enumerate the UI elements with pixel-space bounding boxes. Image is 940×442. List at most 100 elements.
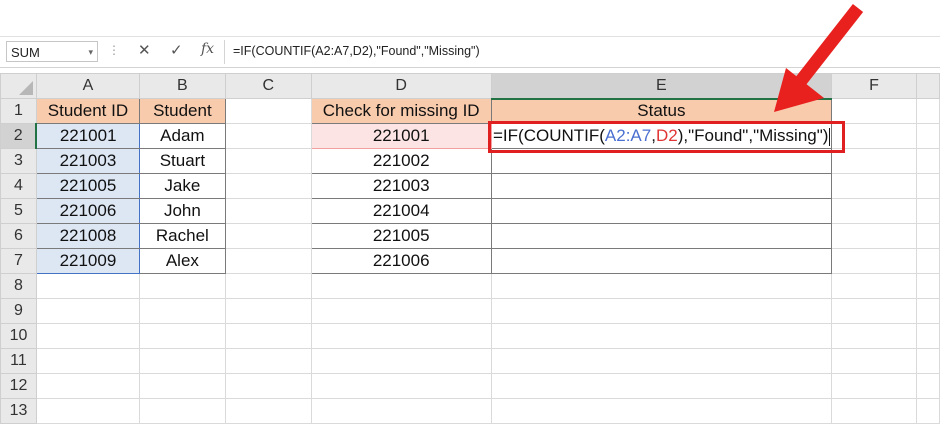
cell[interactable] (35, 273, 140, 299)
student-id-cell[interactable]: 221006 (35, 198, 140, 224)
status-cell[interactable] (490, 248, 833, 274)
student-id-cell[interactable]: 221005 (35, 173, 140, 199)
cell[interactable] (915, 248, 940, 274)
cell[interactable] (490, 373, 833, 399)
student-name-cell[interactable]: John (138, 198, 226, 224)
student-id-cell[interactable]: 221008 (35, 223, 140, 249)
cell[interactable] (310, 373, 492, 399)
cell[interactable] (310, 398, 492, 424)
cell[interactable] (490, 348, 833, 374)
in-cell-formula-editor[interactable]: =IF(COUNTIF(A2:A7,D2),"Found","Missing") (493, 126, 831, 146)
cell[interactable] (915, 123, 940, 149)
cell[interactable] (915, 173, 940, 199)
cell[interactable] (915, 98, 940, 124)
status-cell[interactable] (490, 173, 833, 199)
check-id-cell[interactable]: 221006 (310, 248, 492, 274)
name-box[interactable]: SUM ▾ (6, 41, 98, 62)
student-id-cell[interactable]: 221001 (35, 123, 140, 149)
check-id-cell[interactable]: 221004 (310, 198, 492, 224)
row-header[interactable]: 9 (0, 298, 37, 324)
row-header[interactable]: 5 (0, 198, 37, 224)
row-header[interactable]: 12 (0, 373, 37, 399)
row-header[interactable]: 8 (0, 273, 37, 299)
row-header[interactable]: 4 (0, 173, 37, 199)
cell[interactable] (831, 123, 917, 149)
check-id-cell[interactable]: 221005 (310, 223, 492, 249)
cell[interactable] (915, 273, 940, 299)
formula-input[interactable]: =IF(COUNTIF(A2:A7,D2),"Found","Missing") (233, 44, 480, 58)
cell[interactable] (915, 298, 940, 324)
insert-function-icon[interactable]: fx (201, 41, 214, 57)
cell[interactable] (138, 298, 226, 324)
cell[interactable] (224, 298, 312, 324)
cell[interactable] (35, 298, 140, 324)
column-header-c[interactable]: C (224, 73, 312, 99)
row-header[interactable]: 11 (0, 348, 37, 374)
row-header[interactable]: 10 (0, 323, 37, 349)
cell[interactable] (490, 273, 833, 299)
cell[interactable] (490, 398, 833, 424)
cell[interactable] (915, 198, 940, 224)
cell[interactable] (310, 348, 492, 374)
cell[interactable] (831, 298, 917, 324)
header-cell-check-missing-id[interactable]: Check for missing ID (310, 98, 492, 124)
cell[interactable] (915, 223, 940, 249)
cell[interactable] (224, 373, 312, 399)
cell[interactable] (831, 373, 917, 399)
row-header[interactable]: 2 (0, 123, 38, 149)
status-cell[interactable] (490, 148, 833, 174)
cell[interactable] (915, 148, 940, 174)
student-name-cell[interactable]: Stuart (138, 148, 226, 174)
cell[interactable] (831, 148, 917, 174)
cell[interactable] (224, 398, 312, 424)
cell[interactable] (915, 323, 940, 349)
cell[interactable] (224, 198, 312, 224)
cell[interactable] (224, 248, 312, 274)
chevron-down-icon[interactable]: ▾ (88, 42, 93, 63)
check-id-cell[interactable]: 221003 (310, 173, 492, 199)
row-header[interactable]: 1 (0, 98, 37, 124)
header-cell-status[interactable]: Status (490, 98, 833, 124)
cell[interactable] (224, 223, 312, 249)
student-name-cell[interactable]: Rachel (138, 223, 226, 249)
cell[interactable] (831, 98, 917, 124)
column-header-b[interactable]: B (138, 73, 226, 99)
column-header-a[interactable]: A (35, 73, 140, 99)
cell[interactable] (490, 298, 833, 324)
column-header-e[interactable]: E (490, 73, 833, 100)
status-cell[interactable] (490, 198, 833, 224)
cell[interactable] (831, 273, 917, 299)
status-cell[interactable] (490, 223, 833, 249)
cell[interactable] (831, 198, 917, 224)
header-cell-student-id[interactable]: Student ID (35, 98, 140, 124)
formula-bar-splitter-icon[interactable]: ⋮ (108, 43, 120, 57)
row-header[interactable]: 7 (0, 248, 37, 274)
cell[interactable] (224, 173, 312, 199)
cell[interactable] (138, 323, 226, 349)
select-all-button[interactable] (0, 73, 37, 99)
cell[interactable] (490, 323, 833, 349)
cell[interactable] (138, 398, 226, 424)
cell[interactable] (35, 348, 140, 374)
cell[interactable] (831, 323, 917, 349)
column-header-d[interactable]: D (310, 73, 492, 99)
cell[interactable] (35, 323, 140, 349)
cell[interactable] (310, 298, 492, 324)
cell[interactable] (35, 398, 140, 424)
student-id-cell[interactable]: 221003 (35, 148, 140, 174)
cancel-icon[interactable]: ✕ (138, 41, 151, 59)
cell[interactable] (915, 348, 940, 374)
student-id-cell[interactable]: 221009 (35, 248, 140, 274)
check-id-cell[interactable]: 221002 (310, 148, 492, 174)
cell[interactable] (224, 98, 312, 124)
cell[interactable] (138, 348, 226, 374)
cell[interactable] (224, 348, 312, 374)
column-header-f[interactable]: F (831, 73, 917, 99)
cell[interactable] (831, 173, 917, 199)
student-name-cell[interactable]: Jake (138, 173, 226, 199)
row-header[interactable]: 3 (0, 148, 37, 174)
cell[interactable] (35, 373, 140, 399)
cell[interactable] (831, 348, 917, 374)
cell[interactable] (831, 248, 917, 274)
row-header[interactable]: 13 (0, 398, 37, 424)
